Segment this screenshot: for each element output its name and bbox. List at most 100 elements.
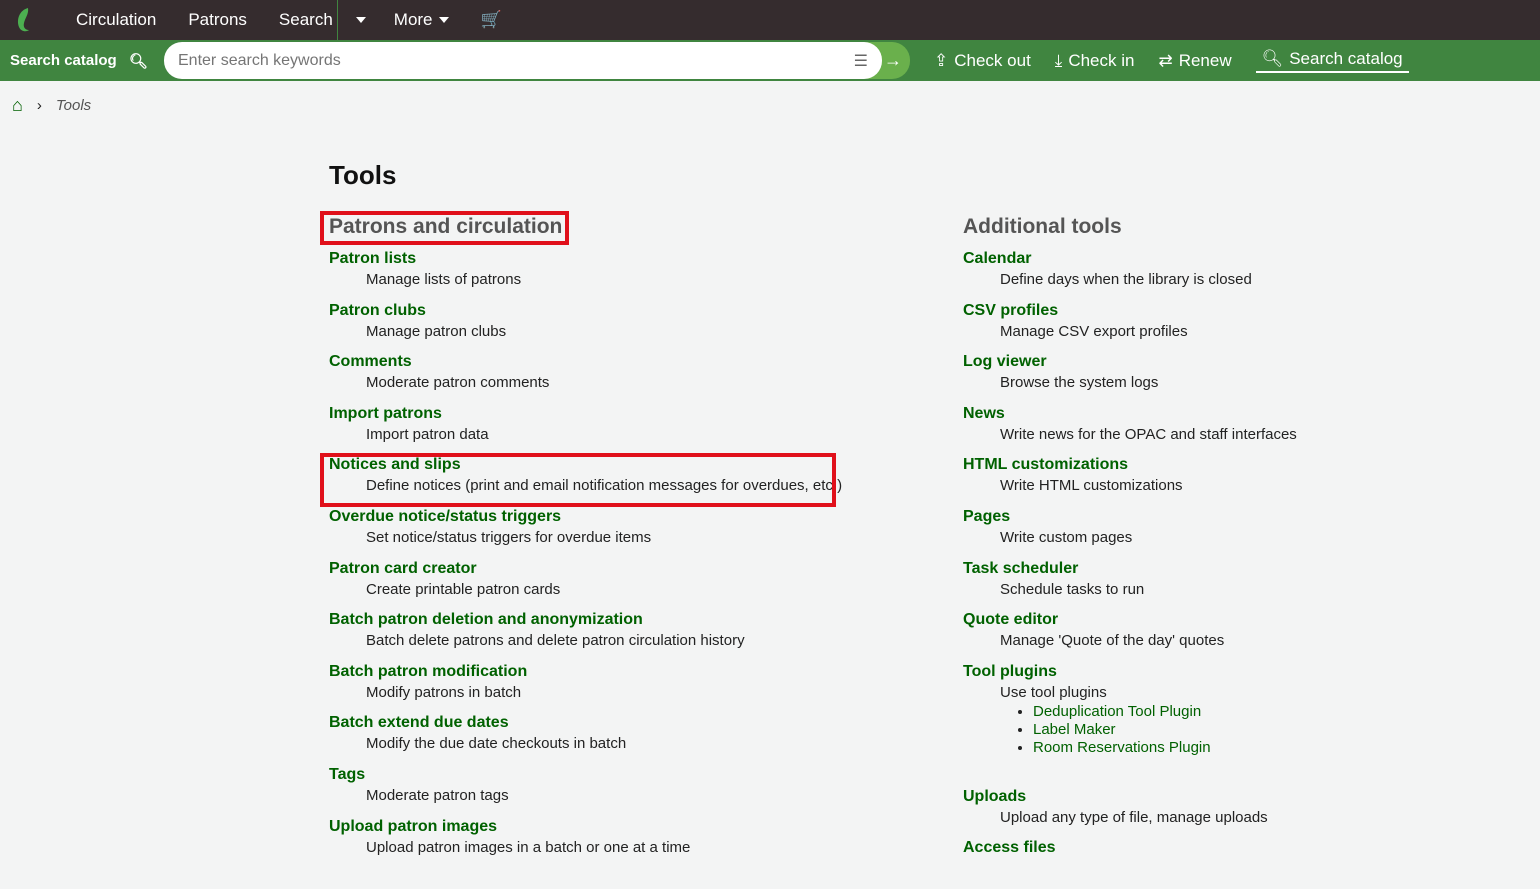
koha-logo-icon[interactable] bbox=[12, 7, 38, 33]
renew-label: Renew bbox=[1178, 50, 1232, 70]
download-icon: ⤓ bbox=[1054, 50, 1063, 70]
chevron-right-icon: › bbox=[36, 97, 42, 114]
check-out-button[interactable]: ⇪ Check out bbox=[934, 51, 1031, 71]
tool-link[interactable]: News bbox=[963, 403, 1523, 425]
page-title: Tools bbox=[329, 160, 397, 190]
tool-description: Manage lists of patrons bbox=[366, 271, 522, 288]
tool-description: Write custom pages bbox=[1000, 528, 1133, 546]
breadcrumb-current: Tools bbox=[55, 97, 92, 114]
tool-link[interactable]: Task scheduler bbox=[963, 558, 1523, 580]
tool-link[interactable]: Tags bbox=[329, 764, 889, 786]
plugin-link[interactable]: Deduplication Tool Plugin bbox=[1033, 703, 1201, 720]
tool-description: Schedule tasks to run bbox=[1000, 580, 1145, 598]
search-icon: 🔍︎ bbox=[128, 52, 148, 70]
caret-down-icon bbox=[355, 17, 366, 23]
plugin-link[interactable]: Label Maker bbox=[1033, 721, 1116, 738]
tool-link[interactable]: Tool plugins bbox=[963, 661, 1523, 683]
tool-link[interactable]: Uploads bbox=[963, 786, 1523, 808]
search-icon: 🔍︎ bbox=[1261, 48, 1284, 68]
tool-description: Browse the system logs bbox=[1000, 374, 1159, 392]
tool-link[interactable]: Patron clubs bbox=[329, 300, 889, 322]
highlight-box bbox=[320, 453, 836, 507]
nav-search[interactable]: Search bbox=[263, 0, 337, 40]
tool-link[interactable]: Import patrons bbox=[329, 403, 889, 425]
highlight-box bbox=[320, 211, 569, 245]
tool-description: Manage patron clubs bbox=[366, 322, 507, 340]
search-dropdown-toggle[interactable] bbox=[338, 0, 378, 40]
tool-item: Import patrons Import patron data bbox=[329, 403, 889, 455]
tool-description: Write HTML customizations bbox=[1000, 477, 1183, 495]
renew-button[interactable]: ⇄ Renew bbox=[1158, 51, 1231, 71]
tool-description: Import patron data bbox=[366, 425, 489, 443]
tool-link[interactable]: Calendar bbox=[963, 248, 1523, 270]
nav-more-label: More bbox=[393, 10, 433, 29]
tool-description: Moderate patron tags bbox=[366, 786, 509, 804]
search-input[interactable] bbox=[178, 51, 854, 70]
caret-down-icon bbox=[438, 17, 449, 23]
tool-item: Tags Moderate patron tags bbox=[329, 764, 889, 816]
tool-item: Uploads Upload any type of file, manage u… bbox=[963, 786, 1523, 838]
patrons-circulation-section: Patrons and circulation Patron lists Mana… bbox=[329, 215, 889, 867]
search-type-button[interactable]: Search catalog 🔍︎ bbox=[0, 40, 172, 81]
upload-icon: ⇪ bbox=[934, 50, 949, 70]
search-catalog-button[interactable]: 🔍︎ Search catalog bbox=[1255, 48, 1409, 73]
tool-link[interactable]: Patron card creator bbox=[329, 558, 889, 580]
nav-more[interactable]: More bbox=[378, 0, 465, 40]
plugin-item: Label Maker bbox=[1033, 721, 1523, 739]
tool-item: Calendar Define days when the library is … bbox=[963, 248, 1523, 300]
tool-link[interactable]: Pages bbox=[963, 506, 1523, 528]
tool-item: Quote editor Manage 'Quote of the day' qu… bbox=[963, 609, 1523, 661]
filter-options-icon[interactable]: ☰ bbox=[854, 51, 868, 71]
section-heading: Additional tools bbox=[963, 215, 1122, 238]
tool-item: Patron lists Manage lists of patrons bbox=[329, 248, 889, 300]
tool-link[interactable]: Quote editor bbox=[963, 609, 1523, 631]
tool-item: Task scheduler Schedule tasks to run bbox=[963, 558, 1523, 610]
tool-description: Batch delete patrons and delete patron c… bbox=[366, 632, 745, 650]
tool-item: Comments Moderate patron comments bbox=[329, 351, 889, 403]
tool-link[interactable]: Batch patron modification bbox=[329, 661, 889, 683]
tool-item: Patron card creator Create printable patr… bbox=[329, 558, 889, 610]
tool-link[interactable]: HTML customizations bbox=[963, 454, 1523, 476]
tool-description: Upload any type of file, manage uploads bbox=[1000, 808, 1268, 826]
tool-item: Batch patron deletion and anonymization B… bbox=[329, 609, 889, 661]
tool-description: Write news for the OPAC and staff interf… bbox=[1000, 425, 1297, 443]
tool-link[interactable]: Batch patron deletion and anonymization bbox=[329, 609, 889, 631]
home-icon[interactable]: ⌂ bbox=[12, 95, 23, 116]
search-catalog-label: Search catalog bbox=[1289, 48, 1403, 68]
additional-tools-section: Additional tools Calendar Define days whe… bbox=[963, 215, 1523, 889]
tool-link[interactable]: Comments bbox=[329, 351, 889, 373]
tool-item: Batch extend due dates Modify the due dat… bbox=[329, 712, 889, 764]
search-field[interactable]: ☰ bbox=[164, 42, 882, 79]
tool-description: Set notice/status triggers for overdue i… bbox=[366, 528, 652, 546]
tool-link[interactable]: Log viewer bbox=[963, 351, 1523, 373]
tool-description: Manage CSV export profiles bbox=[1000, 322, 1188, 340]
breadcrumb: ⌂ › Tools bbox=[0, 81, 1540, 130]
tool-description: Modify the due date checkouts in batch bbox=[366, 735, 627, 753]
check-in-label: Check in bbox=[1068, 50, 1135, 70]
tool-item: Pages Write custom pages bbox=[963, 506, 1523, 558]
tool-description: Moderate patron comments bbox=[366, 374, 550, 392]
tool-description: Manage 'Quote of the day' quotes bbox=[1000, 632, 1225, 650]
tool-link[interactable]: Patron lists bbox=[329, 248, 889, 270]
tool-link[interactable]: Access files bbox=[963, 837, 1523, 859]
tool-description: Use tool plugins bbox=[1000, 683, 1107, 701]
tool-item: Upload patron images Upload patron images… bbox=[329, 816, 889, 868]
nav-circulation[interactable]: Circulation bbox=[60, 0, 172, 40]
search-type-label: Search catalog bbox=[10, 52, 117, 69]
tool-item: News Write news for the OPAC and staff in… bbox=[963, 403, 1523, 455]
tool-item: Batch patron modification Modify patrons … bbox=[329, 661, 889, 713]
nav-patrons[interactable]: Patrons bbox=[172, 0, 263, 40]
renew-icon: ⇄ bbox=[1158, 50, 1173, 70]
tool-link[interactable]: Batch extend due dates bbox=[329, 712, 889, 734]
tool-item: Patron clubs Manage patron clubs bbox=[329, 300, 889, 352]
tool-link[interactable]: CSV profiles bbox=[963, 300, 1523, 322]
tool-link[interactable]: Upload patron images bbox=[329, 816, 889, 838]
tool-item: Tool plugins Use tool plugins bbox=[963, 661, 1523, 703]
tool-link[interactable]: Overdue notice/status triggers bbox=[329, 506, 889, 528]
tool-item: CSV profiles Manage CSV export profiles bbox=[963, 300, 1523, 352]
tool-item: HTML customizations Write HTML customizat… bbox=[963, 454, 1523, 506]
plugin-list: Deduplication Tool PluginLabel MakerRoom… bbox=[1033, 703, 1523, 757]
check-in-button[interactable]: ⤓ Check in bbox=[1055, 51, 1135, 71]
plugin-link[interactable]: Room Reservations Plugin bbox=[1033, 739, 1211, 756]
cart-icon[interactable]: 🛒 bbox=[465, 0, 518, 40]
